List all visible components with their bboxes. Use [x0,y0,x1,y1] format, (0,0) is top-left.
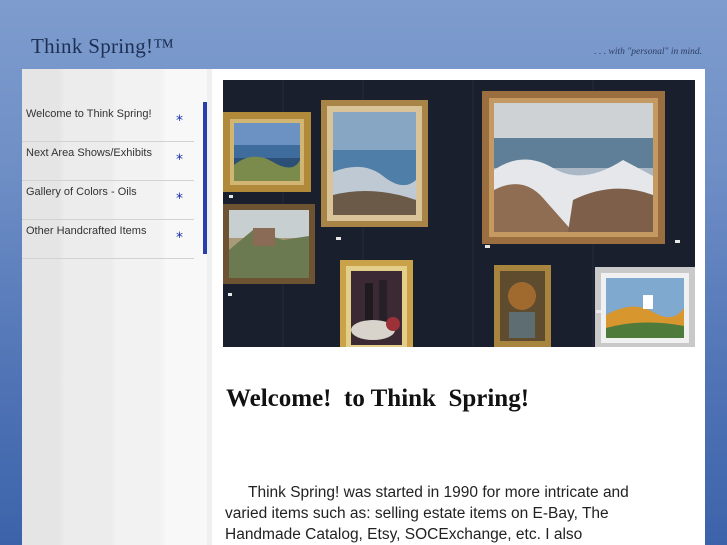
page-title: Welcome! to Think Spring! [226,385,530,412]
site-title: Think Spring!™ [31,34,175,58]
sidebar-item-welcome[interactable]: Welcome to Think Spring! * [22,103,194,142]
main-content: Welcome! to Think Spring! Think Spring! … [212,69,705,545]
sidebar-item-label[interactable]: Next Area Shows/Exhibits [26,147,152,159]
sidebar-item-gallery[interactable]: Gallery of Colors - Oils * [22,181,194,220]
asterisk-icon: * [176,191,183,207]
sidebar-item-label[interactable]: Other Handcrafted Items [26,225,146,237]
sidebar-item-handcrafted[interactable]: Other Handcrafted Items * [22,220,194,259]
sidebar: Welcome to Think Spring! * Next Area Sho… [22,69,207,545]
asterisk-icon: * [176,113,183,129]
tagline: . . . with "personal" in mind. [594,47,702,57]
sidebar-item-label[interactable]: Gallery of Colors - Oils [26,186,137,198]
sidebar-item-label[interactable]: Welcome to Think Spring! [26,108,152,120]
asterisk-icon: * [176,152,183,168]
asterisk-icon: * [176,230,183,246]
sidebar-nav: Welcome to Think Spring! * Next Area Sho… [22,103,194,259]
gallery-photo [223,80,695,347]
intro-paragraph: Think Spring! was started in 1990 for mo… [225,484,629,543]
sidebar-item-shows[interactable]: Next Area Shows/Exhibits * [22,142,194,181]
